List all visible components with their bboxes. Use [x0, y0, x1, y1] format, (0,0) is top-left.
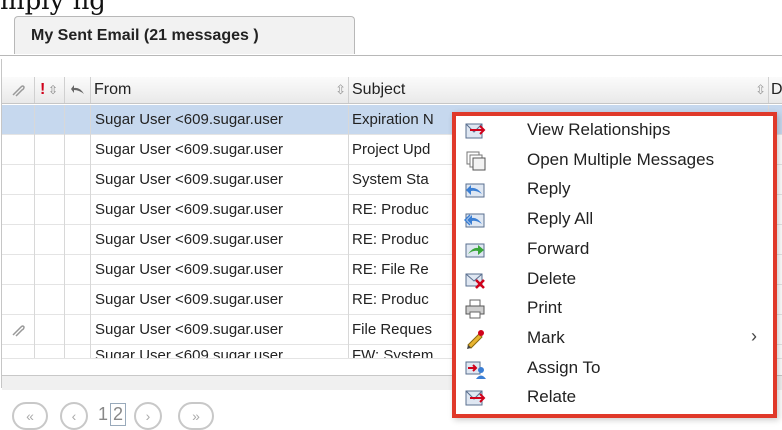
row-from: Sugar User <609.sugar.user: [91, 135, 349, 165]
last-page-button[interactable]: »: [178, 402, 214, 430]
sort-arrows-icon: ⇳: [755, 82, 766, 97]
email-context-menu: View Relationships Open Multiple Message…: [452, 112, 777, 418]
menu-item-label: Open Multiple Messages: [527, 149, 715, 169]
menu-item-relate[interactable]: Relate: [456, 383, 773, 413]
menu-item-label: Delete: [527, 268, 577, 288]
row-from: Sugar User <609.sugar.user: [91, 315, 349, 345]
page-input[interactable]: 2: [110, 403, 127, 426]
menu-item-label: Reply All: [527, 209, 594, 229]
menu-item-reply-all[interactable]: Reply All: [456, 205, 773, 235]
double-chevron-left-icon: «: [26, 408, 34, 424]
attachment-column-header[interactable]: [2, 77, 35, 103]
row-from: Sugar User <609.sugar.user: [91, 225, 349, 255]
row-from: Sugar User <609.sugar.user: [91, 285, 349, 315]
row-from: Sugar User <609.sugar.user: [91, 345, 349, 358]
chevron-right-icon: ›: [145, 408, 151, 424]
view-relationships-icon: [465, 123, 486, 139]
date-header-label: D: [771, 81, 782, 98]
assign-icon: [465, 361, 486, 379]
previous-page-button[interactable]: ‹: [60, 402, 88, 430]
forward-icon: [465, 243, 485, 258]
pagination: « ‹ 1 2 › »: [0, 400, 400, 430]
menu-item-delete[interactable]: Delete: [456, 265, 773, 295]
menu-item-label: Print: [527, 298, 562, 318]
mark-icon: [467, 329, 484, 349]
first-page-button[interactable]: «: [12, 402, 48, 430]
menu-item-label: Relate: [527, 387, 577, 407]
tab-my-sent-email[interactable]: My Sent Email (21 messages ): [14, 16, 355, 54]
menu-item-print[interactable]: Print: [456, 294, 773, 324]
menu-item-label: View Relationships: [527, 120, 671, 139]
print-icon: [465, 299, 485, 319]
reply-icon: [465, 183, 485, 198]
double-chevron-right-icon: »: [192, 408, 200, 424]
menu-item-label: Assign To: [527, 357, 601, 377]
reply-arrow-icon: [71, 85, 84, 94]
open-multiple-icon: [466, 151, 486, 171]
menu-item-label: Reply: [527, 179, 571, 199]
row-from: Sugar User <609.sugar.user: [91, 255, 349, 285]
row-from: Sugar User <609.sugar.user: [91, 165, 349, 195]
menu-item-label: Mark: [527, 327, 565, 347]
paperclip-icon: [12, 85, 25, 97]
reply-all-icon: [464, 213, 485, 228]
from-header-label: From: [94, 81, 132, 98]
tab-bar: My Sent Email (21 messages ): [0, 14, 782, 56]
from-column-header[interactable]: From ⇳: [91, 77, 349, 103]
row-from: Sugar User <609.sugar.user: [91, 105, 349, 135]
menu-item-label: Forward: [527, 238, 590, 258]
sort-arrows-icon: ⇳: [335, 82, 346, 97]
date-column-header[interactable]: D: [769, 77, 782, 103]
relate-icon: [465, 390, 486, 406]
importance-column-header[interactable]: ! ⇳: [35, 77, 65, 103]
submenu-arrow-icon: ›: [751, 325, 757, 346]
page-number: 1: [98, 404, 109, 424]
menu-item-view-relationships[interactable]: View Relationships: [456, 116, 773, 146]
menu-item-mark[interactable]: Mark ›: [456, 324, 773, 354]
subject-column-header[interactable]: Subject ⇳: [349, 77, 769, 103]
delete-icon: [465, 273, 485, 289]
menu-item-forward[interactable]: Forward: [456, 235, 773, 265]
status-column-header[interactable]: [65, 77, 91, 103]
sort-arrows-icon: ⇳: [48, 83, 59, 97]
exclamation-icon: !: [40, 81, 46, 98]
grid-header: ! ⇳ From ⇳ Subject ⇳ D: [2, 77, 782, 104]
menu-item-assign-to[interactable]: Assign To: [456, 354, 773, 384]
chevron-left-icon: ‹: [71, 408, 77, 424]
subject-header-label: Subject: [352, 81, 406, 98]
menu-item-open-multiple-messages[interactable]: Open Multiple Messages: [456, 146, 773, 176]
row-from: Sugar User <609.sugar.user: [91, 195, 349, 225]
paperclip-icon: [12, 325, 25, 337]
next-page-button[interactable]: ›: [134, 402, 162, 430]
menu-item-reply[interactable]: Reply: [456, 175, 773, 205]
